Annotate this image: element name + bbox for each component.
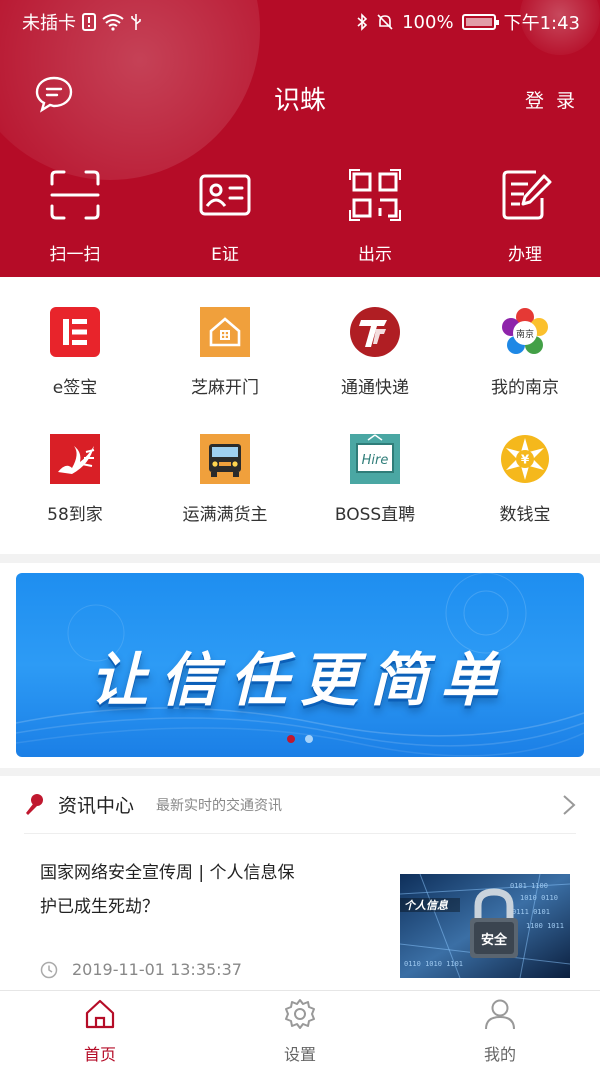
app-label: 运满满货主 [182, 505, 268, 525]
app-grid-section: e签宝 芝麻开门 通通快递 南京 我的南京 58到家 运满满货主 Hire BO… [0, 277, 600, 554]
tab-profile[interactable]: 我的 [400, 991, 600, 1067]
qr-code-icon [349, 169, 401, 221]
svg-text:0110 1010 1101: 0110 1010 1101 [404, 960, 463, 968]
svg-text:1010 0110: 1010 0110 [520, 894, 558, 902]
hire-icon: Hire [350, 434, 400, 484]
app-title: 识蛛 [273, 86, 326, 116]
app-yunmanman[interactable]: 运满满货主 [150, 434, 300, 561]
carrier-text: 未插卡 [22, 13, 76, 34]
banner-section: 让信任更简单 [0, 563, 600, 768]
news-thumbnail[interactable]: 0101 1100 1010 0110 0111 0101 1100 1011 0110… [400, 874, 570, 978]
quick-action-label: 出示 [358, 245, 392, 265]
home-icon [85, 999, 115, 1029]
gear-icon [285, 999, 315, 1029]
mute-bell-icon [377, 14, 393, 30]
tab-label: 首页 [83, 1045, 116, 1064]
app-label: 芝麻开门 [191, 378, 259, 398]
thumbnail-image: 0101 1100 1010 0110 0111 0101 1100 1011 0110… [400, 874, 570, 978]
tt-express-icon [350, 307, 400, 357]
bluetooth-icon [357, 13, 368, 31]
thumb-lock-text: 安全 [481, 932, 508, 948]
battery-percent: 100% [402, 11, 454, 33]
id-card-icon [199, 174, 251, 216]
quick-action-label: 办理 [508, 245, 542, 265]
tab-home[interactable]: 首页 [0, 991, 200, 1067]
status-left: 未插卡 [22, 9, 142, 35]
news-timestamp: 2019-11-01 13:35:37 [72, 960, 242, 979]
header: 未插卡 100% 下午1:43 识蛛 登 录 扫一扫 E证 出示 办理 [0, 0, 600, 277]
truck-icon [200, 434, 250, 484]
tab-settings[interactable]: 设置 [200, 991, 400, 1067]
app-label: e签宝 [52, 378, 98, 398]
quick-action-scan[interactable]: 扫一扫 [0, 168, 150, 265]
quick-actions: 扫一扫 E证 出示 办理 [0, 168, 600, 265]
quick-action-handle[interactable]: 办理 [450, 168, 600, 265]
news-subtitle: 最新实时的交通资讯 [156, 797, 283, 814]
app-boss[interactable]: Hire BOSS直聘 [300, 434, 450, 561]
svg-text:0101 1100: 0101 1100 [510, 882, 548, 890]
carousel-indicator [16, 735, 584, 743]
svg-text:南京: 南京 [516, 328, 534, 340]
promo-banner[interactable]: 让信任更简单 [16, 573, 584, 757]
flower-icon: 南京 [502, 308, 548, 354]
app-label: BOSS直聘 [334, 505, 416, 525]
scan-icon [50, 170, 100, 220]
app-grid: e签宝 芝麻开门 通通快递 南京 我的南京 58到家 运满满货主 Hire BO… [0, 277, 600, 561]
user-icon [485, 999, 515, 1030]
usb-icon [131, 14, 141, 30]
status-bar: 未插卡 100% 下午1:43 [0, 0, 600, 40]
bottom-tab-bar: 首页 设置 我的 [0, 990, 600, 1067]
app-label: 58到家 [47, 505, 103, 525]
news-header[interactable]: 资讯中心 最新实时的交通资讯 [24, 776, 576, 834]
sim-alert-icon [82, 13, 96, 31]
app-esign[interactable]: e签宝 [0, 307, 150, 434]
thumb-caption: 个人信息 [404, 899, 449, 912]
news-section: 资讯中心 最新实时的交通资讯 国家网络安全宣传周 | 个人信息保护已成生死劫？ … [0, 776, 600, 990]
quick-action-e-id[interactable]: E证 [150, 168, 300, 265]
app-58daojia[interactable]: 58到家 [0, 434, 150, 561]
login-button[interactable]: 登 录 [525, 86, 578, 113]
chevron-right-icon[interactable] [562, 794, 576, 816]
tab-label: 设置 [283, 1045, 316, 1064]
clock: 下午1:43 [503, 13, 580, 34]
app-label: 我的南京 [491, 378, 559, 398]
news-time: 2019-11-01 13:35:37 [40, 960, 242, 979]
banner-slogan: 让信任更简单 [89, 646, 510, 714]
wifi-icon [102, 14, 124, 31]
svg-text:1100 1011: 1100 1011 [526, 922, 564, 930]
svg-text:0111 0101: 0111 0101 [512, 908, 550, 916]
clock-icon [40, 961, 58, 978]
battery-icon [461, 14, 499, 30]
battery-fill [465, 18, 492, 26]
svg-text:¥: ¥ [521, 453, 530, 467]
status-right: 100% 下午1:43 [356, 9, 580, 35]
news-headline[interactable]: 国家网络安全宣传周 | 个人信息保护已成生死劫？ [40, 856, 310, 924]
swan-icon [50, 434, 100, 484]
quick-action-label: 扫一扫 [49, 245, 101, 265]
news-title: 资讯中心 [58, 795, 135, 817]
app-shuqianbao[interactable]: ¥ 数钱宝 [450, 434, 600, 561]
app-tongtong[interactable]: 通通快递 [300, 307, 450, 434]
edit-doc-icon [502, 170, 552, 220]
carousel-dot[interactable] [305, 735, 313, 743]
carousel-dot-active[interactable] [287, 735, 295, 743]
esign-icon [50, 307, 100, 357]
tab-label: 我的 [483, 1045, 516, 1064]
svg-text:Hire: Hire [362, 453, 389, 468]
microphone-icon [26, 793, 43, 815]
yuan-coin-icon: ¥ [501, 435, 549, 483]
app-zhima[interactable]: 芝麻开门 [150, 307, 300, 434]
app-label: 通通快递 [341, 378, 409, 398]
quick-action-show[interactable]: 出示 [300, 168, 450, 265]
quick-action-label: E证 [211, 245, 239, 265]
house-icon [200, 307, 250, 357]
app-my-nanjing[interactable]: 南京 我的南京 [450, 307, 600, 434]
app-label: 数钱宝 [499, 505, 551, 525]
